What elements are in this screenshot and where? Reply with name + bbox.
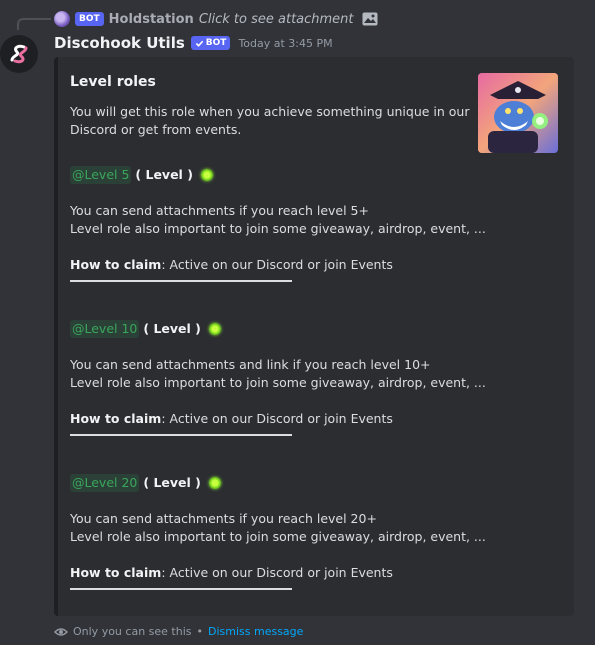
shark-pirate-icon — [478, 73, 558, 153]
section-body: You can send attachments and link if you… — [70, 356, 490, 392]
embed-description: You will get this role when you achieve … — [70, 103, 470, 139]
level-20-section: @Level 20 ( Level ) You can send attachm… — [70, 474, 490, 590]
bot-tag-label: BOT — [205, 38, 227, 48]
section-body: You can send attachments if you reach le… — [70, 510, 490, 546]
image-icon — [362, 12, 378, 26]
level-10-section: @Level 10 ( Level ) You can send attachm… — [70, 320, 490, 436]
reply-preview[interactable]: BOT Holdstation Click to see attachment — [54, 10, 378, 28]
checkmark-icon — [195, 40, 204, 47]
claim-text: : Active on our Discord or join Events — [161, 411, 393, 426]
ephemeral-text: Only you can see this — [73, 625, 192, 638]
claim-line: How to claim: Active on our Discord or j… — [70, 564, 490, 582]
body-line: You can send attachments if you reach le… — [70, 203, 369, 218]
message-header: Discohook Utils BOT Today at 3:45 PM — [54, 34, 333, 52]
claim-text: : Active on our Discord or join Events — [161, 257, 393, 272]
avatar[interactable] — [0, 35, 38, 73]
section-body: You can send attachments if you reach le… — [70, 202, 490, 238]
eye-icon — [54, 627, 68, 636]
role-mention[interactable]: @Level 20 — [70, 474, 140, 492]
embed: Level roles You will get this role when … — [54, 57, 574, 616]
embed-thumbnail[interactable] — [478, 73, 558, 153]
divider — [70, 588, 292, 590]
claim-label: How to claim — [70, 257, 162, 272]
discohook-logo-icon — [10, 44, 28, 64]
claim-label: How to claim — [70, 565, 162, 580]
role-tag: ( Level ) — [143, 321, 201, 336]
role-tag: ( Level ) — [135, 167, 193, 182]
username[interactable]: Discohook Utils — [54, 34, 185, 52]
dismiss-message-link[interactable]: Dismiss message — [208, 625, 303, 638]
claim-label: How to claim — [70, 411, 162, 426]
green-orb-icon — [200, 169, 213, 181]
separator: • — [196, 625, 204, 638]
body-line: You can send attachments and link if you… — [70, 357, 431, 372]
claim-line: How to claim: Active on our Discord or j… — [70, 410, 490, 428]
reply-spine — [17, 18, 51, 30]
verified-bot-tag: BOT — [190, 36, 231, 50]
body-line: You can send attachments if you reach le… — [70, 511, 377, 526]
timestamp[interactable]: Today at 3:45 PM — [238, 37, 332, 50]
role-tag: ( Level ) — [143, 475, 201, 490]
body-line: Level role also important to join some g… — [70, 529, 486, 544]
reply-author[interactable]: Holdstation — [109, 12, 194, 27]
claim-line: How to claim: Active on our Discord or j… — [70, 256, 490, 274]
embed-title: Level roles — [70, 74, 156, 90]
claim-text: : Active on our Discord or join Events — [161, 565, 393, 580]
green-orb-icon — [208, 323, 221, 335]
reply-avatar[interactable] — [54, 11, 70, 27]
body-line: Level role also important to join some g… — [70, 375, 486, 390]
ephemeral-notice: Only you can see this • Dismiss message — [54, 625, 303, 638]
description-line: Discord or get from events. — [70, 122, 242, 137]
level-5-section: @Level 5 ( Level ) You can send attachme… — [70, 166, 490, 282]
green-orb-icon — [208, 477, 221, 489]
reply-bot-tag: BOT — [75, 12, 104, 26]
description-line: You will get this role when you achieve … — [70, 104, 470, 119]
role-mention[interactable]: @Level 5 — [70, 166, 132, 184]
body-line: Level role also important to join some g… — [70, 221, 486, 236]
role-mention[interactable]: @Level 10 — [70, 320, 140, 338]
reply-text[interactable]: Click to see attachment — [199, 12, 354, 27]
divider — [70, 434, 292, 436]
divider — [70, 280, 292, 282]
